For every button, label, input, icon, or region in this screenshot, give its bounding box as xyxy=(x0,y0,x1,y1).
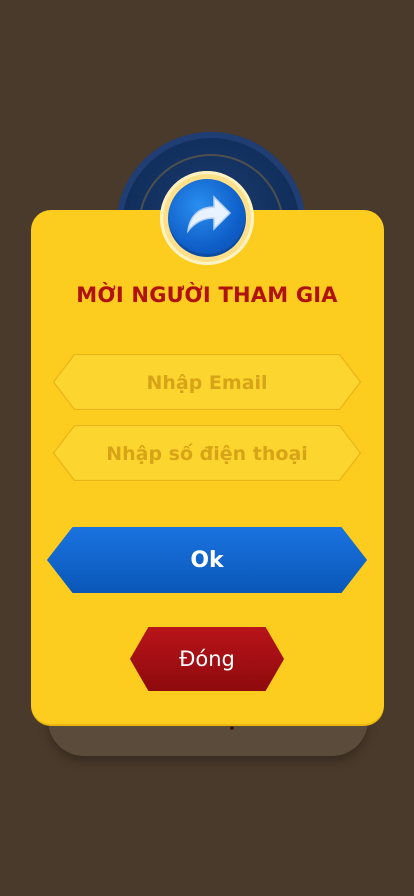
email-field-container xyxy=(53,354,361,410)
modal-title: MỜI NGƯỜI THAM GIA xyxy=(76,283,338,307)
share-arrow-icon xyxy=(186,195,232,234)
phone-field-container xyxy=(53,425,361,481)
email-field[interactable] xyxy=(83,354,331,410)
ok-button-label: Ok xyxy=(190,547,224,573)
close-button-label: Đóng xyxy=(179,647,235,671)
share-badge xyxy=(160,171,254,265)
phone-field[interactable] xyxy=(83,425,331,481)
close-button[interactable]: Đóng xyxy=(130,627,284,691)
ok-button[interactable]: Ok xyxy=(47,527,367,593)
